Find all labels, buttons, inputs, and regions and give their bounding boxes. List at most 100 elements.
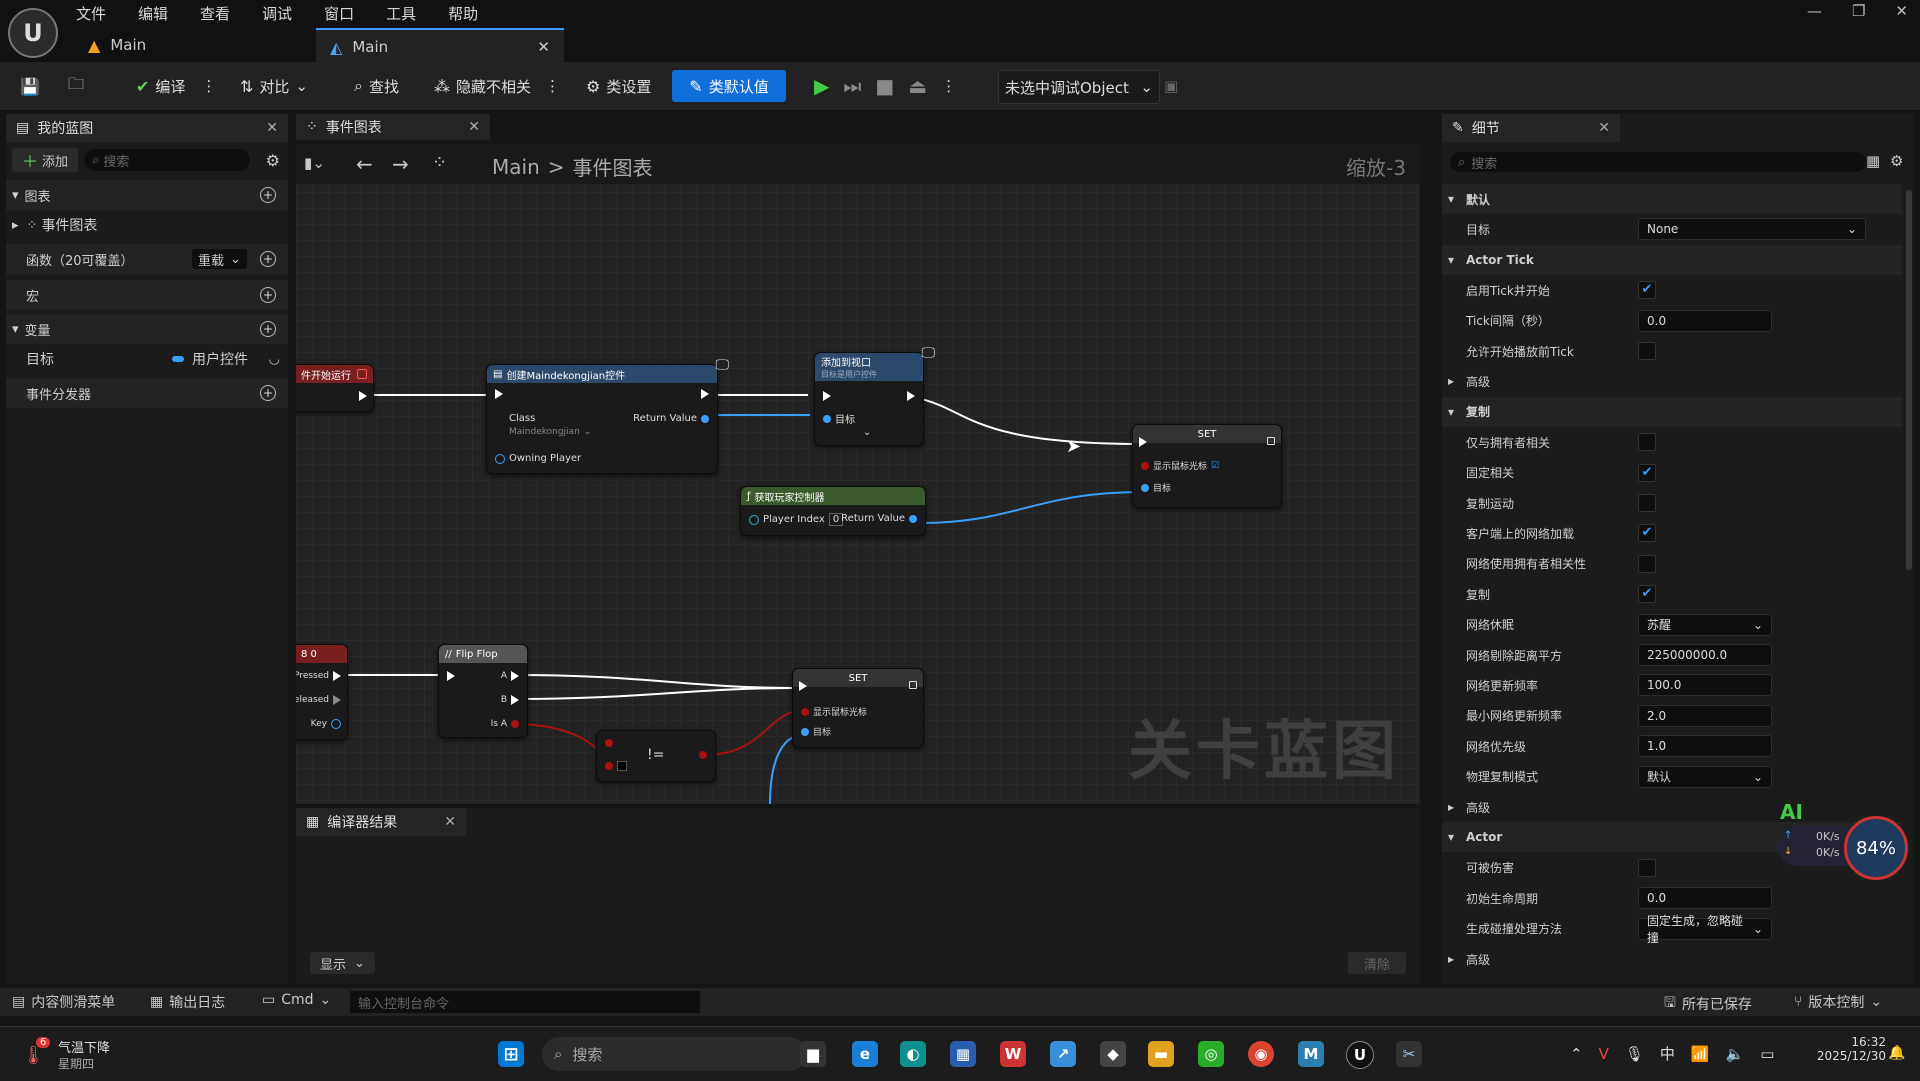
add-variable-icon[interactable]: + [260,321,276,337]
gear-icon[interactable]: ⚙ [1890,152,1903,170]
exec-out-pin[interactable] [359,391,367,401]
snipping-tool-icon[interactable]: ✂ [1396,1041,1422,1067]
cmd-dropdown[interactable]: ▭ Cmd ⌄ [262,992,331,1008]
wps-office-icon[interactable]: W [1000,1041,1026,1067]
checkbox-unchecked[interactable] [1638,554,1656,573]
node-event-begin-play[interactable]: 件开始运行 [296,364,374,412]
exec-out-pin[interactable] [1267,437,1275,445]
gear-icon[interactable]: ⚙ [266,151,280,170]
node-add-to-viewport[interactable]: 添加到视口 目标是用户控件 🖵 目标 ⌄ [814,345,935,446]
tab-level-main[interactable]: ▲ Main [74,28,160,62]
exec-out-pin[interactable] [701,389,709,399]
detail-text-input[interactable]: 225000000.0 [1638,644,1772,666]
checkbox-unchecked[interactable] [1638,494,1656,512]
close-tab-icon[interactable]: ✕ [1598,120,1610,136]
show-cursor-pin[interactable]: 显示鼠标光标 [801,705,867,718]
node-key-event[interactable]: 8 0 Pressed eleased Key [296,644,348,740]
graph-canvas[interactable]: ▮⌄ ← → ⁘ Main > 事件图表 缩放-3 件开始运行 ▤ 创建Main… [296,144,1420,804]
eject-icon[interactable]: ⏏ [908,74,927,98]
wifi-icon[interactable]: 📶 [1691,1045,1710,1063]
add-button[interactable]: ＋ 添加 [12,148,79,172]
input-b-pin[interactable] [605,761,627,771]
find-button[interactable]: ⌕ 查找 [348,70,405,102]
is-a-pin[interactable]: Is A [491,719,519,729]
exec-in-pin[interactable] [447,671,455,681]
taskbar-search[interactable]: ⌕ 搜索 [542,1037,806,1071]
checkbox-checked[interactable]: ✔ [1638,281,1656,300]
chrome-icon[interactable]: ◉ [1248,1041,1274,1067]
stop-icon[interactable]: ■ [875,74,894,98]
search-input[interactable]: ⌕ 搜索 [84,149,251,171]
checkbox-checked[interactable]: ✔ [1638,524,1656,543]
section-functions[interactable]: 函数（20可覆盖） 重载 ⌄ + [6,244,288,274]
checkbox-unchecked[interactable] [1638,342,1656,360]
detail-row-section[interactable]: ▾ Actor Tick [1442,244,1902,275]
close-tab-icon[interactable]: ✕ [537,38,550,56]
debug-object-dropdown[interactable]: 未选中调试Object ⌄ [998,70,1160,104]
antivirus-icon[interactable]: V [1599,1045,1609,1063]
detail-row-collapsed[interactable]: ▸ 高级 [1442,366,1902,396]
detail-text-input[interactable]: 100.0 [1638,674,1772,697]
class-defaults-button[interactable]: ✎ 类默认值 [672,70,786,102]
notification-icon[interactable]: 🔔 [1888,1045,1905,1061]
section-dispatchers[interactable]: 事件分发器 + [6,378,288,408]
content-drawer-button[interactable]: ▤ 内容侧滑菜单 [12,992,115,1012]
menu-view[interactable]: 查看 [200,3,230,24]
owning-player-pin[interactable]: Owning Player [495,453,581,464]
weather-widget[interactable]: 🌡 6 气温下降 星期四 [20,1037,240,1073]
node-not-equal[interactable]: != [596,730,716,782]
microphone-icon[interactable]: 🎙 [1625,1045,1644,1063]
exec-out-pin[interactable] [909,681,917,689]
show-dropdown[interactable]: 显示 ⌄ [310,952,375,974]
override-dropdown[interactable]: 重载 ⌄ [192,249,247,269]
detail-text-input[interactable]: 0.0 [1638,887,1772,910]
event-graph-item[interactable]: ▸ ⁘ 事件图表 [6,210,288,240]
tab-blueprint-main[interactable]: ◭ Main ✕ [316,28,564,64]
compiler-results-tab[interactable]: ▦ 编译器结果 ✕ [296,808,466,836]
play-icon[interactable]: ▶ [814,74,829,98]
windows-start-icon[interactable]: ⊞ [498,1041,524,1067]
close-panel-icon[interactable]: ✕ [266,120,278,136]
console-command-input[interactable]: 输入控制台命令 [350,991,700,1013]
save-button[interactable]: 💾 [14,70,46,102]
detail-text-input[interactable]: 1.0 [1638,735,1772,758]
class-settings-button[interactable]: ⚙ 类设置 [580,70,657,102]
checkbox-checked[interactable]: ✔ [1638,463,1656,482]
table-view-icon[interactable]: ▦ [1866,152,1880,170]
node-set-show-cursor[interactable]: SET 显示鼠标光标 ☑ 目标 [1132,424,1282,508]
pressed-pin[interactable]: Pressed [296,671,341,681]
node-flip-flop[interactable]: // Flip Flop A B Is A [438,644,528,738]
browse-button[interactable]: 🗀 [62,70,90,102]
input-a-pin[interactable] [605,739,613,747]
close-tab-icon[interactable]: ✕ [468,119,480,135]
diff-button[interactable]: ⇅ 对比 ⌄ [234,70,314,102]
node-set-show-cursor-2[interactable]: SET 显示鼠标光标 目标 [792,668,924,748]
restore-icon[interactable]: ❐ [1852,2,1865,20]
checkbox-checked[interactable]: ✔ [1638,585,1656,604]
checkbox-unchecked[interactable] [1638,858,1656,877]
node-create-widget[interactable]: ▤ 创建Maindekongjian控件 🖵 Class Maindekongj… [486,357,729,474]
checkbox-checked-icon[interactable]: ☑ [1211,461,1219,471]
event-graph-tab[interactable]: ⁘ 事件图表 ✕ [296,114,490,140]
return-value-pin[interactable]: Return Value [633,413,709,424]
debug-filter-button[interactable]: ▣ [1158,70,1184,102]
output-pin[interactable] [699,751,707,759]
chevron-down-icon[interactable]: ⌄ [863,427,871,438]
eye-icon[interactable]: ◡ [269,352,280,367]
target-pin[interactable]: 目标 [823,411,855,426]
unity-icon[interactable]: ◆ [1100,1041,1126,1067]
player-index-pin[interactable]: Player Index 0 [749,513,844,526]
detail-dropdown[interactable]: None ⌄ [1638,218,1866,241]
more-options-icon[interactable]: ⋮ [941,77,956,95]
exec-in-pin[interactable] [799,681,807,691]
exec-in-pin[interactable] [1139,437,1147,447]
input-method-icon[interactable]: 中 [1660,1043,1675,1064]
section-macros[interactable]: 宏 + [6,280,288,310]
details-scrollbar[interactable] [1906,190,1912,570]
add-graph-icon[interactable]: + [260,187,276,203]
maya-icon[interactable]: M [1298,1041,1324,1067]
a-pin[interactable]: A [501,671,519,681]
file-explorer-icon[interactable]: ▬ [1148,1041,1174,1067]
unreal-logo-icon[interactable]: U [8,8,58,58]
detail-text-input[interactable]: 2.0 [1638,704,1772,727]
